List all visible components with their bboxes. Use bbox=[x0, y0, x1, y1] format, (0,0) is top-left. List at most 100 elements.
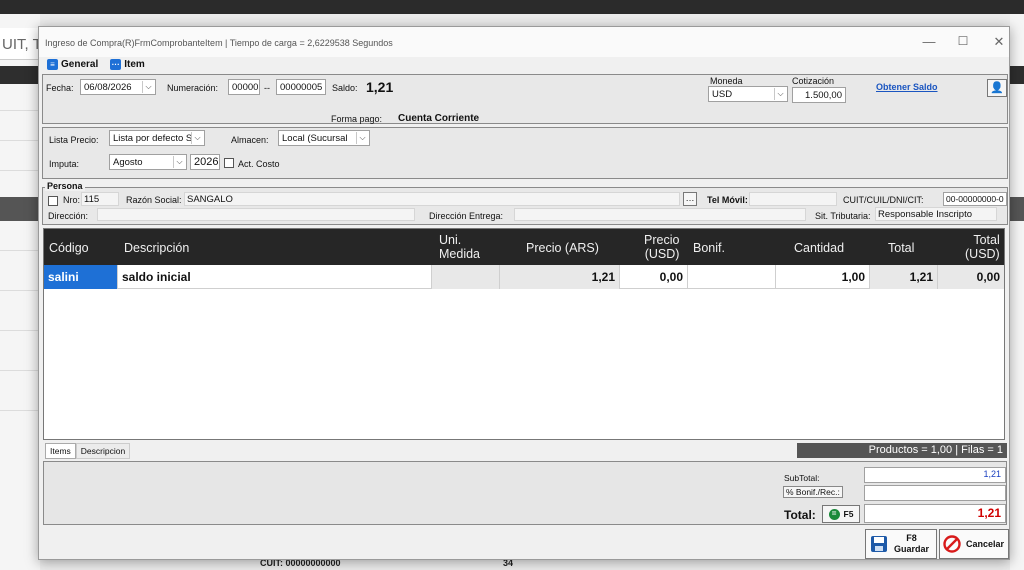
lista-precio-select[interactable]: Lista por defecto SA ⌵ bbox=[109, 130, 205, 146]
lista-precio-label: Lista Precio: bbox=[49, 135, 99, 145]
col-descripcion[interactable]: Descripción bbox=[124, 241, 189, 255]
direccion-field[interactable] bbox=[97, 208, 415, 221]
background-row-divider bbox=[0, 290, 40, 291]
persona-checkbox[interactable] bbox=[48, 196, 58, 206]
bonif-rec-button[interactable]: % Bonif./Rec.: bbox=[783, 486, 843, 498]
table-row[interactable]: salini saldo inicial 1,21 0,00 1,00 1,21… bbox=[44, 265, 1004, 289]
col-total-usd[interactable]: Total (USD) bbox=[965, 233, 1000, 261]
col-cantidad[interactable]: Cantidad bbox=[794, 241, 844, 255]
background-row-divider bbox=[0, 170, 40, 171]
cuit-field[interactable]: 00-00000000-0 bbox=[943, 192, 1007, 206]
bonif-rec-field[interactable] bbox=[864, 485, 1006, 501]
direccion-entrega-field[interactable] bbox=[514, 208, 806, 221]
background-header-strip bbox=[1010, 66, 1024, 84]
tel-movil-field[interactable] bbox=[749, 192, 837, 206]
numeracion-separator: -- bbox=[264, 83, 270, 93]
cell-cantidad[interactable]: 1,00 bbox=[776, 265, 870, 289]
fecha-value: 06/08/2026 bbox=[84, 82, 132, 93]
chevron-down-icon[interactable]: ⌵ bbox=[191, 132, 203, 144]
numeracion-prefix-field[interactable]: 00000 bbox=[228, 79, 260, 95]
subtotal-field[interactable]: 1,21 bbox=[864, 467, 1006, 483]
persona-section-label: Persona bbox=[45, 181, 85, 191]
cell-uni-medida[interactable] bbox=[432, 265, 500, 289]
cell-total-usd[interactable]: 0,00 bbox=[938, 265, 1004, 289]
act-costo-checkbox[interactable] bbox=[224, 158, 234, 168]
cell-descripcion[interactable]: saldo inicial bbox=[118, 265, 432, 289]
tab-items[interactable]: Items bbox=[45, 443, 76, 459]
f5-button[interactable]: = F5 bbox=[822, 505, 860, 523]
col-precio-ars[interactable]: Precio (ARS) bbox=[526, 241, 599, 255]
imputa-value: Agosto bbox=[113, 157, 143, 168]
razon-social-field[interactable]: SANGALO bbox=[184, 192, 680, 206]
background-row-divider bbox=[0, 370, 40, 371]
background-row-divider bbox=[0, 250, 40, 251]
year-field[interactable]: 2026 bbox=[190, 154, 220, 170]
numeracion-label: Numeración: bbox=[167, 83, 219, 93]
nro-field[interactable]: 115 bbox=[81, 192, 119, 206]
minimize-icon[interactable]: — bbox=[919, 34, 939, 49]
tab-descripcion[interactable]: Descripcion bbox=[75, 443, 131, 459]
col-total[interactable]: Total bbox=[888, 241, 914, 255]
cotizacion-label: Cotización bbox=[792, 76, 835, 86]
total-field[interactable]: 1,21 bbox=[864, 504, 1006, 523]
imputa-select[interactable]: Agosto ⌵ bbox=[109, 154, 187, 170]
almacen-label: Almacen: bbox=[231, 135, 269, 145]
col-codigo[interactable]: Código bbox=[49, 241, 89, 255]
almacen-select[interactable]: Local (Sucursal ⌵ bbox=[278, 130, 370, 146]
close-icon[interactable]: ✕ bbox=[989, 34, 1009, 50]
menu-item-label: Item bbox=[124, 58, 145, 70]
col-uni-medida[interactable]: Uni. Medida bbox=[439, 233, 480, 261]
chevron-down-icon[interactable]: ⌵ bbox=[173, 156, 185, 168]
background-row-divider bbox=[0, 110, 40, 111]
menu-item[interactable]: ··· Item bbox=[110, 57, 145, 71]
totals-panel: SubTotal: 1,21 % Bonif./Rec.: Total: = F… bbox=[43, 461, 1007, 525]
equals-icon: = bbox=[828, 508, 840, 520]
cell-codigo[interactable]: salini bbox=[44, 265, 118, 289]
razon-social-label: Razón Social: bbox=[126, 195, 182, 205]
more-icon: ··· bbox=[110, 58, 122, 70]
cotizacion-field[interactable]: 1.500,00 bbox=[792, 87, 846, 103]
background-topbar bbox=[0, 0, 1024, 14]
ellipsis-icon[interactable]: … bbox=[683, 192, 697, 206]
persona-panel: Persona Nro: 115 Razón Social: SANGALO …… bbox=[42, 181, 1008, 225]
col-bonif[interactable]: Bonif. bbox=[693, 241, 725, 255]
cell-precio-usd[interactable]: 0,00 bbox=[620, 265, 688, 289]
items-grid[interactable]: Código Descripción Uni. Medida Precio (A… bbox=[43, 228, 1005, 440]
title-bar: Ingreso de Compra(R)FrmComprobanteItem |… bbox=[39, 27, 1009, 57]
list-icon: ≡ bbox=[47, 58, 58, 70]
total-label: Total: bbox=[784, 508, 816, 522]
chevron-down-icon[interactable]: ⌵ bbox=[356, 132, 368, 144]
background-selected-row bbox=[0, 197, 40, 221]
maximize-icon[interactable]: ☐ bbox=[953, 34, 973, 48]
cancelar-label: Cancelar bbox=[966, 539, 1005, 549]
sit-tributaria-label: Sit. Tributaria: bbox=[815, 211, 871, 221]
chevron-down-icon[interactable]: ⌵ bbox=[774, 88, 786, 100]
obtener-saldo-link[interactable]: Obtener Saldo bbox=[876, 82, 938, 92]
cell-total[interactable]: 1,21 bbox=[870, 265, 938, 289]
save-icon bbox=[871, 536, 887, 552]
col-precio-usd[interactable]: Precio (USD) bbox=[644, 233, 679, 261]
subtotal-label: SubTotal: bbox=[784, 473, 820, 483]
cancelar-button[interactable]: Cancelar bbox=[939, 529, 1009, 559]
header-panel: Fecha: 06/08/2026 ⌵ Numeración: 00000 --… bbox=[42, 74, 1008, 124]
grid-header: Código Descripción Uni. Medida Precio (A… bbox=[44, 229, 1004, 265]
imputa-label: Imputa: bbox=[49, 159, 80, 169]
chevron-down-icon[interactable]: ⌵ bbox=[142, 81, 154, 93]
guardar-key: F8 bbox=[906, 533, 917, 543]
fecha-field[interactable]: 06/08/2026 ⌵ bbox=[80, 79, 156, 95]
f5-label: F5 bbox=[843, 509, 854, 519]
guardar-button[interactable]: F8 Guardar bbox=[865, 529, 937, 559]
search-person-icon[interactable]: 👤 bbox=[987, 79, 1007, 97]
background-right-panel bbox=[1010, 14, 1024, 570]
background-selected-row bbox=[1010, 197, 1024, 221]
cell-precio-ars[interactable]: 1,21 bbox=[500, 265, 620, 289]
products-status: Productos = 1,00 | Filas = 1 bbox=[797, 443, 1007, 458]
moneda-select[interactable]: USD ⌵ bbox=[708, 86, 788, 102]
cell-bonif[interactable] bbox=[688, 265, 776, 289]
saldo-label: Saldo: bbox=[332, 83, 358, 93]
sit-tributaria-field[interactable]: Responsable Inscripto bbox=[875, 207, 997, 221]
cancel-icon bbox=[943, 535, 961, 553]
background-left-panel bbox=[0, 14, 40, 570]
numeracion-field[interactable]: 00000005 bbox=[276, 79, 326, 95]
menu-general[interactable]: ≡ General bbox=[47, 57, 98, 71]
